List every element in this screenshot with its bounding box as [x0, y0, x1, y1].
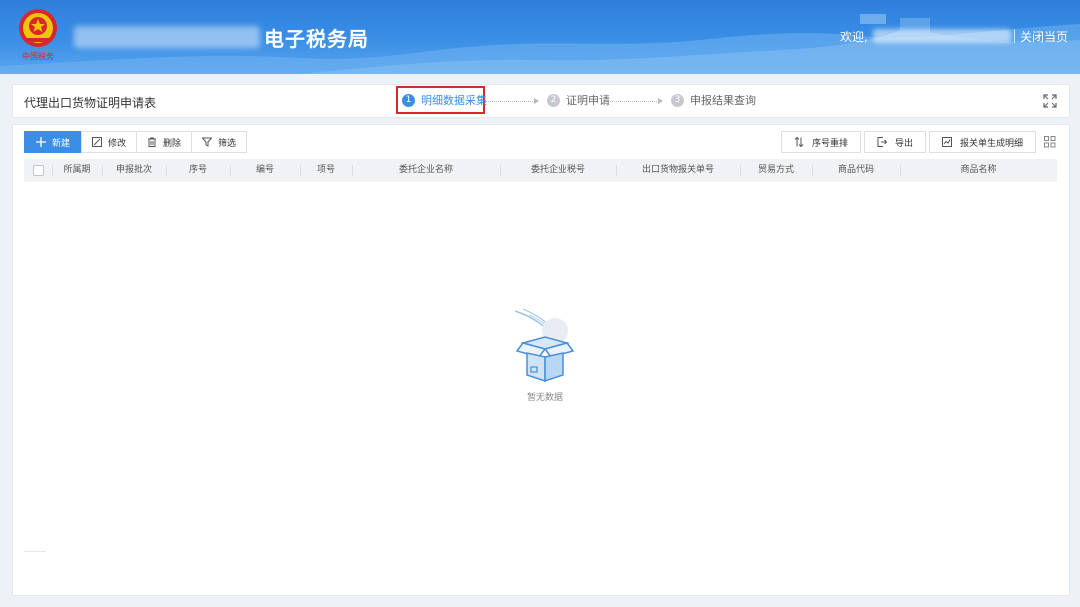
- column-header[interactable]: 委托企业税号: [500, 159, 616, 182]
- step-1-number: 1: [402, 93, 415, 107]
- column-header[interactable]: 项号: [300, 159, 352, 182]
- step-bar: 代理出口货物证明申请表 1 明细数据采集 2 证明申请 3 申报结果查询: [12, 84, 1070, 118]
- toolbar-left: 新建 修改 删除 筛选: [24, 131, 248, 153]
- step-1[interactable]: 1 明细数据采集: [402, 92, 487, 108]
- column-header[interactable]: 申报批次: [102, 159, 166, 182]
- svg-text:中国税务: 中国税务: [22, 51, 54, 61]
- column-header[interactable]: 贸易方式: [740, 159, 812, 182]
- empty-state-text: 暂无数据: [526, 393, 563, 403]
- select-all-checkbox[interactable]: [32, 165, 44, 176]
- step-2-number: 2: [547, 93, 560, 107]
- table-header: 所属期 申报批次 序号 编号 项号 委托企业名称 委托企业税号 出口货物报关单号…: [24, 159, 1057, 182]
- new-button[interactable]: 新建: [24, 131, 83, 153]
- select-all-cell: [24, 159, 52, 182]
- column-header[interactable]: 商品代码: [812, 159, 900, 182]
- filter-button[interactable]: 筛选: [191, 131, 248, 153]
- export-button[interactable]: 导出: [863, 131, 926, 153]
- new-button-label: 新建: [52, 138, 71, 149]
- top-header: 中国税务 电子税务局 欢迎, 关闭当页: [0, 0, 1080, 74]
- toolbar-right: 序号重排 导出 报关单生成明细: [778, 131, 1036, 153]
- sort-icon: [794, 137, 804, 147]
- column-header[interactable]: 编号: [230, 159, 300, 182]
- step-2[interactable]: 2 证明申请: [547, 92, 610, 108]
- edit-button[interactable]: 修改: [81, 131, 138, 153]
- step-1-label: 明细数据采集: [421, 94, 487, 107]
- column-header[interactable]: 委托企业名称: [352, 159, 500, 182]
- generate-details-button[interactable]: 报关单生成明细: [928, 131, 1036, 153]
- step-arrow-icon: [658, 98, 663, 104]
- step-connector: [610, 101, 659, 102]
- reorder-button-label: 序号重排: [811, 138, 848, 149]
- column-header[interactable]: 商品名称: [900, 159, 1057, 182]
- column-header[interactable]: 序号: [166, 159, 230, 182]
- fullscreen-icon[interactable]: [1043, 94, 1057, 108]
- column-header[interactable]: 出口货物报关单号: [616, 159, 740, 182]
- empty-box-icon: [514, 308, 575, 383]
- step-connector: [485, 101, 535, 102]
- header-divider: [1014, 29, 1015, 43]
- edit-icon: [92, 137, 103, 147]
- agency-name-redacted: [74, 26, 260, 48]
- main-panel: 新建 修改 删除 筛选 序号重排 导出 报关单生成明细 所属期 申报批次 序号 …: [12, 124, 1070, 596]
- reorder-button[interactable]: 序号重排: [780, 131, 861, 153]
- export-icon: [877, 137, 887, 147]
- export-button-label: 导出: [894, 138, 913, 149]
- plus-icon: [36, 137, 46, 147]
- empty-state: 暂无数据: [495, 305, 595, 403]
- filter-button-label: 筛选: [218, 138, 237, 149]
- delete-button[interactable]: 删除: [136, 131, 193, 153]
- grid-settings-icon[interactable]: [1044, 136, 1056, 148]
- form-title: 代理出口货物证明申请表: [24, 96, 157, 110]
- step-3-label: 申报结果查询: [690, 94, 756, 107]
- username-redacted: [873, 29, 1011, 43]
- chart-icon: [941, 137, 952, 147]
- scrollbar-track: [24, 551, 46, 552]
- step-2-label: 证明申请: [566, 94, 610, 107]
- step-3[interactable]: 3 申报结果查询: [671, 92, 756, 108]
- tax-emblem-logo: 中国税务: [19, 9, 57, 61]
- edit-button-label: 修改: [108, 138, 127, 149]
- site-title: 电子税务局: [264, 27, 369, 51]
- close-page-link[interactable]: 关闭当页: [1020, 28, 1068, 45]
- delete-button-label: 删除: [163, 138, 182, 149]
- step-arrow-icon: [534, 98, 539, 104]
- trash-icon: [148, 137, 157, 147]
- generate-details-button-label: 报关单生成明细: [959, 138, 1023, 149]
- step-3-number: 3: [671, 93, 684, 107]
- welcome-text: 欢迎,: [840, 30, 868, 44]
- column-header[interactable]: 所属期: [52, 159, 102, 182]
- filter-icon: [202, 137, 213, 147]
